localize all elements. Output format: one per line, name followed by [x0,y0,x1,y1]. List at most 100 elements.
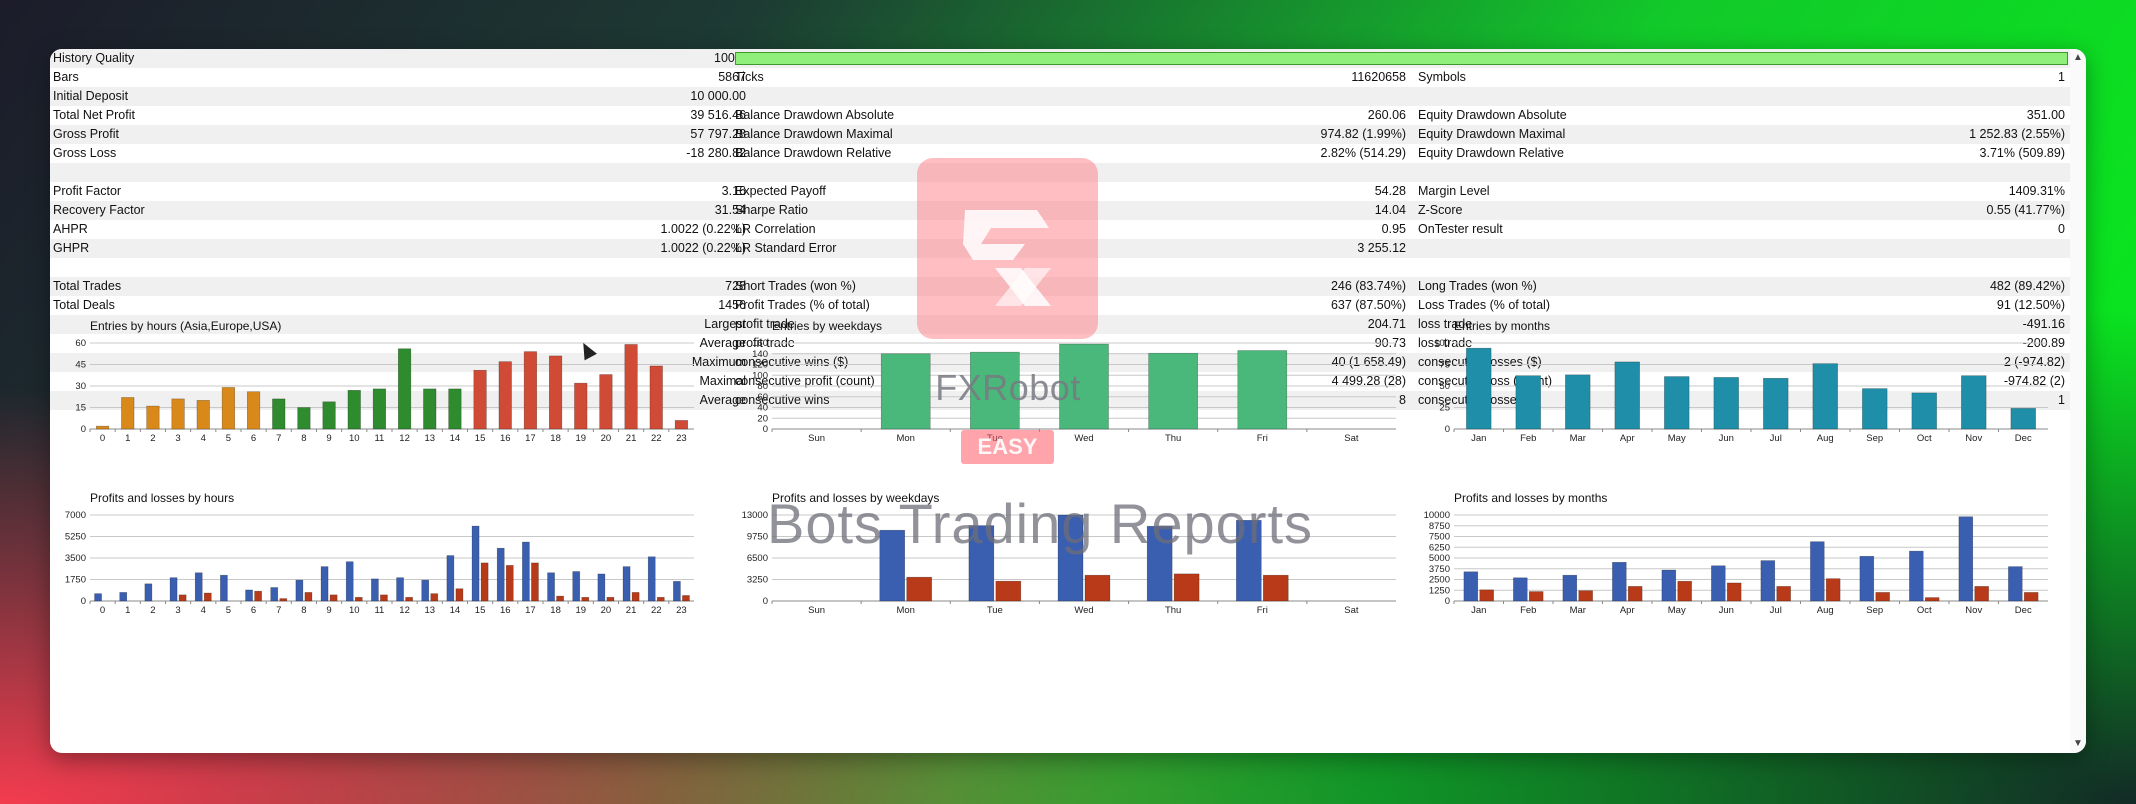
entries-by-months-chart: Entries by months 0 25 50 75 100 Jan Feb Mar Apr M… [1414,319,2064,459]
x-tick-label: Sat [1344,605,1359,616]
stat-label: Equity Drawdown Relative [1418,146,1564,160]
profit-bar [1711,565,1726,602]
bar [1911,392,1937,430]
loss-bar [531,562,539,602]
bar [297,407,311,430]
loss-bar [682,595,690,602]
stat-label: Profit Trades (% of total) [735,298,870,312]
x-tick-label: 23 [676,605,687,616]
x-tick-label: 8 [301,605,306,616]
scroll-down-icon[interactable]: ▼ [2073,739,2083,749]
loss-bar [178,594,187,602]
y-tick-label: 5000 [1429,553,1450,564]
profit-bar [597,573,606,602]
profit-bar [371,578,379,602]
stat-value: 3.71% (509.89) [1979,146,2065,160]
x-tick-label: Mon [896,433,914,444]
x-tick-label: 1 [125,605,130,616]
bar [1565,374,1591,430]
bar [649,365,663,430]
profit-bar [144,583,153,602]
stat-value: 482 (89.42%) [1989,279,2065,293]
y-tick-label: 0 [763,424,768,435]
x-tick-label: 17 [525,433,536,444]
bar [2010,408,2036,430]
bar [246,391,261,430]
stat-value: 2.82% (514.29) [1320,146,1406,160]
x-tick-label: 12 [399,433,410,444]
stat-label: Gross Profit [53,127,119,141]
loss-bar [906,576,932,602]
x-tick-label: Sun [808,433,825,444]
loss-bar [1924,597,1940,602]
stat-label: Initial Deposit [53,89,129,103]
x-tick-label: 19 [575,433,586,444]
loss-bar [279,598,288,602]
stats-row: Total Net Profit 39 516.46 Balance Drawdow… [50,106,2070,125]
chart-svg: 0 25 50 75 100 Jan Feb Mar Apr May Jun Jul Aug Sep Oct… [1434,338,2048,444]
stats-row: History Quality 100% [50,49,2070,68]
x-tick-label: Thu [1165,433,1181,444]
stat-value: 1.0022 (0.22%) [660,241,746,255]
vertical-scrollbar[interactable]: ▲ ▼ [2070,49,2086,753]
chart-svg: 0125025003750500062507500875010000 Jan Feb… [1424,510,2048,616]
x-tick-label: 19 [575,605,586,616]
y-tick-label: 120 [752,360,768,371]
x-tick-label: 22 [651,605,662,616]
stat-label: Total Net Profit [53,108,135,122]
loss-bar [581,597,590,602]
x-tick-label: Feb [1520,433,1536,444]
x-tick-label: 20 [601,433,612,444]
stat-value: 11620658 [1351,70,1406,84]
x-tick-label: Jul [1770,433,1782,444]
x-tick-label: 21 [626,605,637,616]
x-tick-label: Nov [1965,605,1982,616]
scroll-up-icon[interactable]: ▲ [2073,53,2083,63]
stat-value: 0 [2058,222,2065,236]
watermark-easy-badge: EASY [961,430,1054,464]
loss-bar [995,580,1022,602]
loss-bar [1677,580,1692,602]
x-tick-label: 10 [349,433,360,444]
stat-value: 351.00 [2026,108,2065,122]
x-tick-label: Sun [808,605,825,616]
loss-bar [1875,592,1890,602]
profit-bar [1859,555,1875,602]
x-tick-label: 2 [150,433,155,444]
profit-bar [1463,571,1479,602]
x-tick-label: 6 [251,605,256,616]
y-tick-label: 60 [75,338,86,349]
x-tick-label: 1 [125,433,130,444]
stat-value: 1.0022 (0.22%) [660,222,746,236]
y-tick-label: 30 [75,381,86,392]
x-tick-label: Oct [1917,605,1932,616]
bar [423,388,437,430]
x-tick-label: Apr [1620,433,1635,444]
profit-bar [169,577,178,602]
bar [624,344,638,430]
profit-bar [320,566,329,602]
loss-bar [1825,578,1841,602]
stat-label: Z-Score [1418,203,1463,217]
x-tick-label: Jul [1770,605,1782,616]
y-tick-label: 1250 [1429,585,1450,596]
x-tick-label: 16 [500,605,511,616]
loss-bar [1479,589,1494,602]
loss-bar [1974,586,1989,602]
x-tick-label: Wed [1074,605,1093,616]
chart-svg: 0153045600 1 2 3 4 5 6 7 8 9 10 11 12 13 14 15 16 17 18 19 2… [75,338,694,444]
x-tick-label: 18 [550,605,561,616]
loss-bar [1776,586,1791,602]
y-tick-label: 3500 [65,553,86,564]
stat-value: 0.55 (41.77%) [1986,203,2065,217]
x-tick-label: 9 [326,605,331,616]
watermark-reports-text: Bots Trading Reports [766,492,1314,555]
loss-bar [656,597,665,602]
profit-bar [270,587,279,602]
x-tick-label: 3 [175,605,180,616]
loss-bar [455,588,464,602]
x-tick-label: Jan [1471,433,1486,444]
y-tick-label: 25 [1439,403,1450,414]
loss-bar [380,594,388,602]
loss-bar [203,592,212,602]
